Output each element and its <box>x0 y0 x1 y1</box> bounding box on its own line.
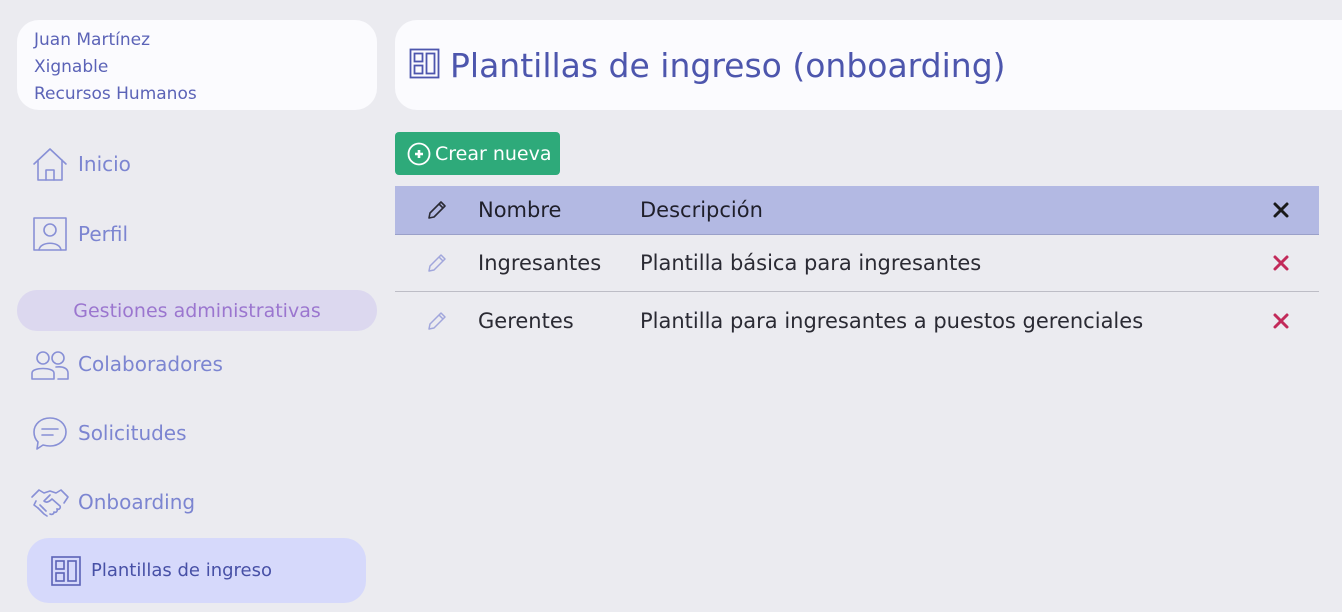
user-company: Xignable <box>34 57 109 77</box>
sidebar-item-onboarding[interactable]: Onboarding <box>30 482 195 522</box>
handshake-icon <box>30 482 70 522</box>
chat-icon <box>30 413 70 453</box>
delete-cell <box>1243 312 1319 330</box>
page-title: Plantillas de ingreso (onboarding) <box>450 45 1006 85</box>
template-icon <box>409 48 440 83</box>
row-name: Ingresantes <box>478 251 602 275</box>
sidebar-item-colaboradores[interactable]: Colaboradores <box>30 344 223 384</box>
section-label: Gestiones administrativas <box>73 299 321 322</box>
sidebar-item-label: Inicio <box>78 152 131 176</box>
row-description: Plantilla básica para ingresantes <box>640 251 982 275</box>
column-header-nombre[interactable]: Nombre <box>478 198 640 222</box>
sidebar-item-perfil[interactable]: Perfil <box>30 214 128 254</box>
row-name: Gerentes <box>478 308 574 333</box>
delete-cell <box>1243 254 1319 272</box>
section-header-gestiones: Gestiones administrativas <box>17 290 377 331</box>
sidebar-item-solicitudes[interactable]: Solicitudes <box>30 413 187 453</box>
edit-cell <box>395 252 478 274</box>
sidebar-item-label: Onboarding <box>78 490 196 514</box>
app: Juan Martínez Xignable Recursos Humanos … <box>0 0 1342 612</box>
table-row: Gerentes Plantilla para ingresantes a pu… <box>395 292 1319 349</box>
edit-cell <box>395 310 478 332</box>
users-icon <box>30 344 70 384</box>
create-new-label: Crear nueva <box>435 142 552 165</box>
table-header: Nombre Descripción <box>395 186 1319 235</box>
home-icon <box>30 144 70 184</box>
create-new-button[interactable]: Crear nueva <box>395 132 560 175</box>
header-edit-cell <box>395 199 478 221</box>
user-name: Juan Martínez <box>34 30 151 50</box>
sidebar-item-label: Perfil <box>78 222 129 246</box>
close-icon <box>1272 201 1290 219</box>
page-header: Plantillas de ingreso (onboarding) <box>395 20 1342 110</box>
delete-x-icon[interactable] <box>1272 254 1290 272</box>
templates-table: Nombre Descripción Ingresantes Plantilla… <box>395 186 1319 349</box>
sidebar-item-label: Solicitudes <box>78 421 187 445</box>
table-row: Ingresantes Plantilla básica para ingres… <box>395 235 1319 292</box>
header-delete-cell <box>1243 201 1319 219</box>
edit-pencil-icon[interactable] <box>426 310 448 332</box>
sidebar-item-inicio[interactable]: Inicio <box>30 144 131 184</box>
sidebar-item-plantillas[interactable]: Plantillas de ingreso <box>27 538 366 603</box>
sidebar-item-label: Plantillas de ingreso <box>91 560 273 581</box>
user-card: Juan Martínez Xignable Recursos Humanos <box>17 20 377 110</box>
user-department: Recursos Humanos <box>34 84 197 104</box>
edit-pencil-icon[interactable] <box>426 252 448 274</box>
delete-x-icon[interactable] <box>1272 312 1290 330</box>
sidebar-item-label: Colaboradores <box>78 352 223 376</box>
pencil-icon <box>426 199 448 221</box>
template-icon <box>49 554 83 588</box>
row-description: Plantilla para ingresantes a puestos ger… <box>640 308 1144 333</box>
column-header-descripcion[interactable]: Descripción <box>640 198 1243 222</box>
plus-circle-icon <box>407 142 435 166</box>
profile-icon <box>30 214 70 254</box>
